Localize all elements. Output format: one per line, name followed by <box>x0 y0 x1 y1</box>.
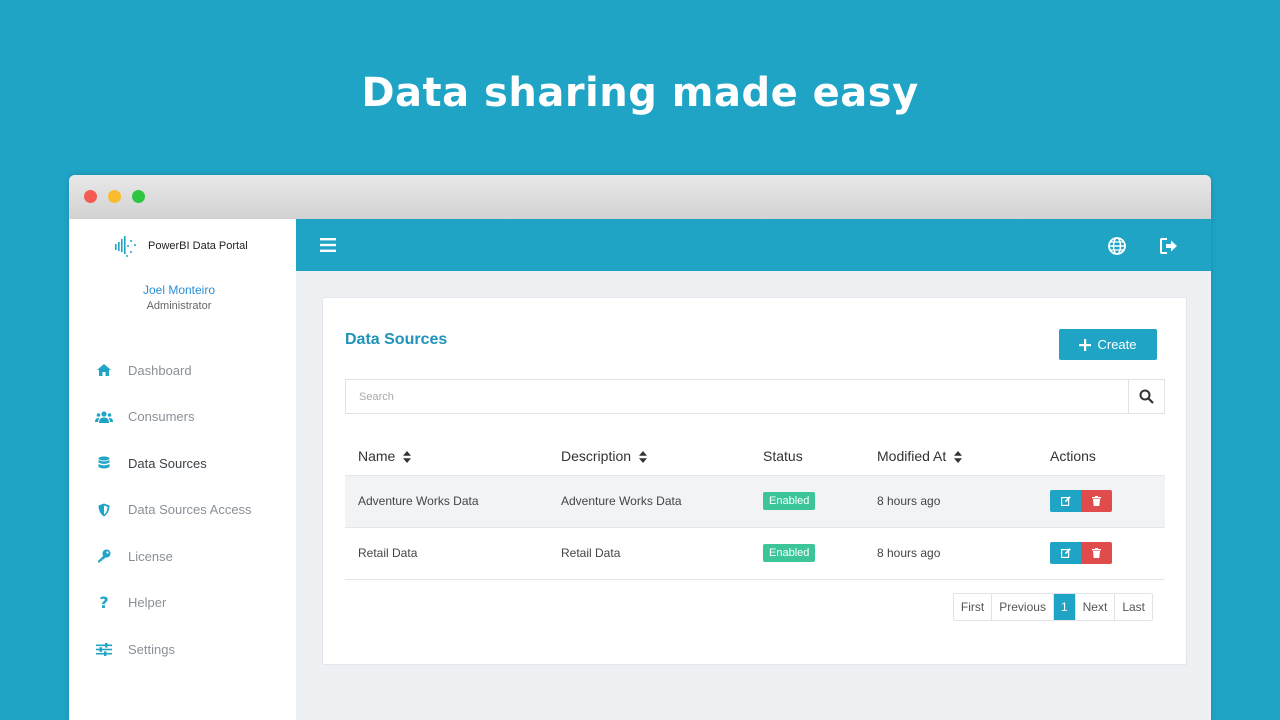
sidebar: PowerBI Data Portal Joel Monteiro Admini… <box>69 219 296 720</box>
cell-name: Retail Data <box>345 527 548 580</box>
logout-icon[interactable] <box>1160 238 1178 259</box>
delete-button[interactable] <box>1081 542 1112 564</box>
status-badge: Enabled <box>763 544 816 562</box>
pagination: First Previous 1 Next Last <box>952 593 1153 621</box>
brand-logo[interactable]: PowerBI Data Portal <box>114 233 248 259</box>
search-input[interactable] <box>346 380 1128 413</box>
create-button[interactable]: Create <box>1059 329 1157 360</box>
pagination-first[interactable]: First <box>954 594 991 620</box>
hero-title: Data sharing made easy <box>361 70 919 116</box>
page-title: Data Sources <box>345 331 448 348</box>
sidebar-item-label: Dashboard <box>128 362 192 378</box>
key-icon <box>94 548 114 564</box>
edit-button[interactable] <box>1050 542 1081 564</box>
table-header-row: Name Description Status Modified At Acti… <box>345 437 1165 476</box>
sort-icon <box>639 451 648 464</box>
users-icon <box>94 409 114 425</box>
cell-status: Enabled <box>750 527 864 580</box>
minimize-window-button[interactable] <box>108 190 121 203</box>
column-header-name[interactable]: Name <box>345 437 548 476</box>
column-label: Modified At <box>877 447 947 464</box>
column-header-modified-at[interactable]: Modified At <box>864 437 1037 476</box>
edit-icon <box>1060 548 1071 558</box>
status-badge: Enabled <box>763 492 816 510</box>
sidebar-item-label: Data Sources <box>128 455 207 471</box>
home-icon <box>94 362 114 378</box>
sidebar-item-consumers[interactable]: Consumers <box>69 394 296 441</box>
cell-modified-at: 8 hours ago <box>864 475 1037 528</box>
question-icon: ? <box>99 593 109 613</box>
sidebar-nav: Dashboard Consumers Data Sources Data So… <box>69 347 296 673</box>
cell-actions <box>1037 475 1165 528</box>
sidebar-item-dashboard[interactable]: Dashboard <box>69 347 296 394</box>
cell-actions <box>1037 527 1165 580</box>
pagination-page-current[interactable]: 1 <box>1052 594 1075 620</box>
sliders-icon <box>94 641 114 657</box>
cell-status: Enabled <box>750 475 864 528</box>
cell-name: Adventure Works Data <box>345 475 548 528</box>
create-button-label: Create <box>1097 337 1137 352</box>
globe-icon[interactable] <box>1108 237 1126 260</box>
sort-icon <box>954 451 963 464</box>
cell-modified-at: 8 hours ago <box>864 527 1037 580</box>
sidebar-item-label: Data Sources Access <box>128 502 252 518</box>
column-label: Description <box>561 447 632 464</box>
column-label: Status <box>763 447 803 464</box>
logo-icon <box>115 236 136 257</box>
cell-description: Retail Data <box>548 527 750 580</box>
pagination-previous[interactable]: Previous <box>991 594 1053 620</box>
table-row: Retail Data Retail Data Enabled 8 hours … <box>345 527 1165 580</box>
sidebar-item-label: Helper <box>128 595 167 611</box>
sidebar-item-label: Consumers <box>128 409 195 425</box>
cell-description: Adventure Works Data <box>548 475 750 528</box>
column-header-description[interactable]: Description <box>548 437 750 476</box>
search-button[interactable] <box>1128 380 1164 413</box>
menu-icon[interactable] <box>320 238 336 252</box>
plus-icon <box>1079 338 1092 351</box>
pagination-last[interactable]: Last <box>1114 594 1152 620</box>
database-icon <box>94 455 114 471</box>
column-label: Name <box>358 447 396 464</box>
sidebar-item-settings[interactable]: Settings <box>69 626 296 673</box>
sidebar-item-data-sources[interactable]: Data Sources <box>69 440 296 487</box>
trash-icon <box>1092 496 1101 506</box>
column-header-actions: Actions <box>1037 437 1165 476</box>
data-sources-panel: Data Sources Create Name Description Sta… <box>322 297 1187 665</box>
shield-icon <box>94 502 114 518</box>
maximize-window-button[interactable] <box>132 190 145 203</box>
user-role: Administrator <box>146 300 212 312</box>
search-icon <box>1139 389 1154 404</box>
edit-button[interactable] <box>1050 490 1081 512</box>
column-label: Actions <box>1050 447 1096 464</box>
brand-name: PowerBI Data Portal <box>148 240 248 252</box>
top-bar <box>296 219 1211 271</box>
data-sources-table: Name Description Status Modified At Acti… <box>345 437 1165 580</box>
sidebar-item-label: Settings <box>128 641 175 657</box>
sort-icon <box>403 451 412 464</box>
sidebar-item-helper[interactable]: ? Helper <box>69 580 296 627</box>
delete-button[interactable] <box>1081 490 1112 512</box>
sidebar-item-license[interactable]: License <box>69 533 296 580</box>
table-row: Adventure Works Data Adventure Works Dat… <box>345 475 1165 528</box>
sidebar-item-label: License <box>128 548 173 564</box>
edit-icon <box>1060 496 1071 506</box>
pagination-next[interactable]: Next <box>1074 594 1115 620</box>
user-profile: Joel Monteiro Administrator <box>69 283 289 312</box>
close-window-button[interactable] <box>84 190 97 203</box>
trash-icon <box>1092 548 1101 558</box>
window-titlebar <box>69 175 1211 219</box>
column-header-status: Status <box>750 437 864 476</box>
browser-window: PowerBI Data Portal Joel Monteiro Admini… <box>69 175 1211 720</box>
sidebar-item-data-sources-access[interactable]: Data Sources Access <box>69 487 296 534</box>
search-bar <box>345 379 1165 414</box>
user-name[interactable]: Joel Monteiro <box>69 283 289 297</box>
